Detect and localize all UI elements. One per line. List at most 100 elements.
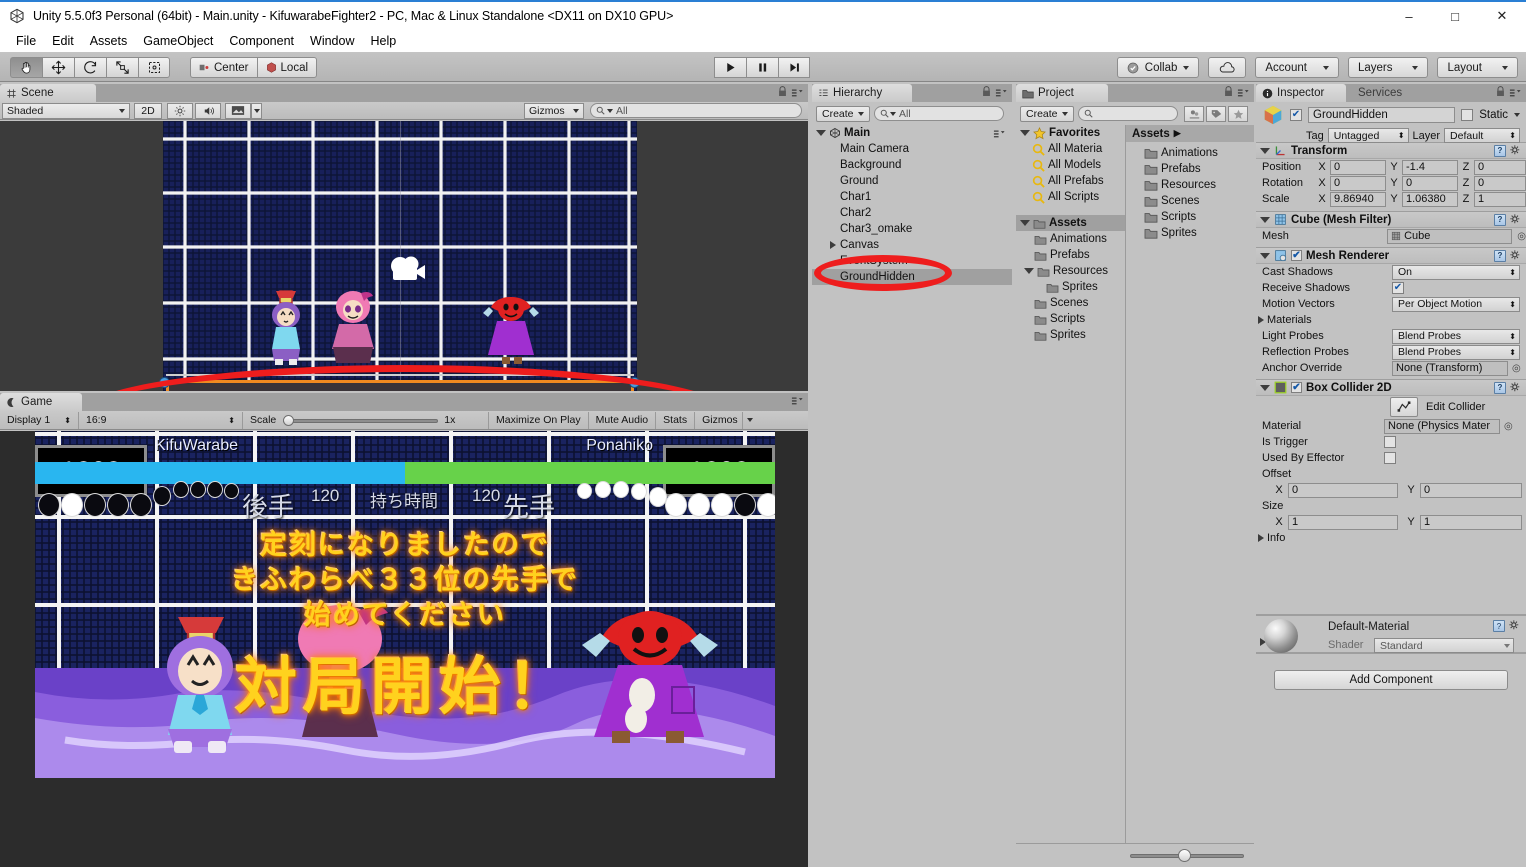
hierarchy-item-background[interactable]: Background	[812, 157, 1012, 173]
pivot-mode-button[interactable]: Center	[190, 57, 257, 78]
project-zoom-slider[interactable]	[1130, 849, 1244, 862]
rect-tool-button[interactable]	[138, 57, 170, 78]
close-button[interactable]: ✕	[1478, 2, 1526, 30]
scale-tool-button[interactable]	[106, 57, 138, 78]
project-content-resources[interactable]: Resources	[1126, 177, 1254, 193]
menu-item-edit[interactable]: Edit	[44, 34, 82, 48]
material-picker-icon[interactable]: ◎	[1504, 421, 1513, 432]
help-icon[interactable]: ?	[1494, 144, 1506, 157]
offset-x-input[interactable]: 0	[1288, 482, 1398, 498]
collab-button[interactable]: Collab	[1116, 57, 1200, 78]
component-header-mesh-filter[interactable]: Cube (Mesh Filter) ?	[1256, 211, 1526, 228]
scale-y-input[interactable]: 1.06380	[1402, 191, 1458, 207]
scene-gizmos-dropdown[interactable]: Gizmos	[524, 102, 584, 119]
project-create-button[interactable]: Create	[1020, 106, 1074, 122]
hierarchy-item-char2[interactable]: Char2	[812, 205, 1012, 221]
project-breadcrumb[interactable]: Assets ▶	[1126, 125, 1254, 142]
position-z-input[interactable]: 0	[1474, 159, 1526, 175]
menu-item-assets[interactable]: Assets	[82, 34, 136, 48]
game-display-dropdown[interactable]: Display 1 ⬍	[0, 412, 78, 429]
cloud-button[interactable]	[1208, 57, 1247, 78]
gear-icon[interactable]	[1509, 620, 1520, 631]
maximize-button[interactable]: □	[1432, 2, 1478, 30]
materials-row[interactable]: Materials	[1256, 312, 1526, 328]
project-tree-animations[interactable]: Animations	[1016, 231, 1125, 247]
tab-project[interactable]: Project	[1016, 84, 1108, 102]
used-by-effector-checkbox[interactable]	[1384, 452, 1396, 464]
anchor-override-field[interactable]: None (Transform)	[1392, 360, 1508, 376]
project-content-prefabs[interactable]: Prefabs	[1126, 161, 1254, 177]
project-content-sprites[interactable]: Sprites	[1126, 225, 1254, 241]
edit-collider-button[interactable]	[1390, 397, 1418, 417]
project-favorite-all-materials[interactable]: All Materia	[1016, 141, 1125, 157]
filter-by-label-button[interactable]	[1206, 106, 1226, 122]
lock-icon[interactable]	[982, 86, 991, 97]
tab-scene[interactable]: Scene	[0, 84, 96, 102]
minimize-button[interactable]: –	[1386, 2, 1432, 30]
help-icon[interactable]: ?	[1494, 381, 1506, 394]
tab-game[interactable]: Game	[0, 393, 82, 411]
component-header-box-collider-2d[interactable]: Box Collider 2D ?	[1256, 379, 1526, 396]
step-button[interactable]	[778, 57, 810, 78]
chevron-right-icon[interactable]	[1258, 316, 1264, 324]
chevron-right-icon[interactable]	[830, 241, 836, 249]
stats-toggle[interactable]: Stats	[655, 411, 694, 429]
chevron-down-icon[interactable]	[1260, 147, 1270, 154]
light-probes-dropdown[interactable]: Blend Probes ⬍	[1392, 328, 1520, 344]
layer-dropdown[interactable]: Default ⬍	[1444, 128, 1520, 143]
add-component-button[interactable]: Add Component	[1274, 670, 1508, 690]
panel-menu-icon[interactable]	[995, 87, 1008, 97]
chevron-right-icon[interactable]	[1258, 534, 1264, 542]
project-tree-pane[interactable]: Favorites All Materia All Models All Pre…	[1016, 125, 1126, 843]
is-trigger-checkbox[interactable]	[1384, 436, 1396, 448]
hierarchy-create-button[interactable]: Create	[816, 106, 870, 122]
maximize-on-play-toggle[interactable]: Maximize On Play	[488, 411, 588, 429]
project-favorite-all-prefabs[interactable]: All Prefabs	[1016, 173, 1125, 189]
chevron-down-icon[interactable]	[1260, 216, 1270, 223]
collider-material-field[interactable]: None (Physics Mater	[1384, 418, 1500, 434]
gear-icon[interactable]	[1510, 213, 1521, 225]
size-x-input[interactable]: 1	[1288, 514, 1398, 530]
receive-shadows-checkbox[interactable]	[1392, 282, 1404, 294]
gear-icon[interactable]	[1510, 249, 1521, 261]
game-gizmos-dropdown[interactable]: Gizmos	[694, 411, 742, 429]
project-tree-prefabs[interactable]: Prefabs	[1016, 247, 1125, 263]
hand-tool-button[interactable]	[10, 57, 42, 78]
game-scale-slider[interactable]: Scale 1x	[242, 411, 488, 429]
collider-info-row[interactable]: Info	[1256, 530, 1526, 546]
mesh-picker-icon[interactable]: ◎	[1517, 231, 1526, 242]
menu-item-component[interactable]: Component	[221, 34, 302, 48]
tab-inspector[interactable]: Inspector	[1256, 84, 1346, 102]
hierarchy-item-eventsystem[interactable]: EventSystem	[812, 253, 1012, 269]
static-checkbox[interactable]	[1461, 109, 1474, 121]
filter-by-type-button[interactable]	[1184, 106, 1204, 122]
help-icon[interactable]: ?	[1494, 249, 1506, 262]
rotation-z-input[interactable]: 0	[1474, 175, 1526, 191]
hierarchy-item-char3-omake[interactable]: Char3_omake	[812, 221, 1012, 237]
component-header-transform[interactable]: Transform ?	[1256, 142, 1526, 159]
project-content-scripts[interactable]: Scripts	[1126, 209, 1254, 225]
scale-x-input[interactable]: 9.86940	[1330, 191, 1386, 207]
scale-slider-knob[interactable]	[283, 414, 295, 426]
layout-button[interactable]: Layout	[1437, 57, 1518, 78]
hierarchy-item-main-camera[interactable]: Main Camera	[812, 141, 1012, 157]
hierarchy-search-input[interactable]: All	[874, 106, 1004, 121]
motion-vectors-dropdown[interactable]: Per Object Motion ⬍	[1392, 296, 1520, 312]
project-tree-sprites[interactable]: Sprites	[1016, 327, 1125, 343]
mesh-object-field[interactable]: Cube	[1387, 228, 1513, 244]
lock-icon[interactable]	[778, 86, 787, 97]
menu-item-file[interactable]: File	[8, 34, 44, 48]
rotation-x-input[interactable]: 0	[1330, 175, 1386, 191]
scene-audio-toggle[interactable]	[195, 102, 221, 119]
chevron-down-icon[interactable]	[1024, 268, 1034, 274]
scene-viewport[interactable]	[0, 121, 808, 391]
rect-handle-tr[interactable]	[629, 377, 640, 388]
shader-dropdown[interactable]: Standard	[1374, 638, 1514, 653]
project-favorite-all-models[interactable]: All Models	[1016, 157, 1125, 173]
mesh-renderer-enabled-checkbox[interactable]	[1291, 250, 1302, 261]
gear-icon[interactable]	[1510, 381, 1521, 393]
menu-item-window[interactable]: Window	[302, 34, 362, 48]
rotate-tool-button[interactable]	[74, 57, 106, 78]
rect-handle-tl[interactable]	[159, 377, 170, 388]
tab-services[interactable]: Services	[1352, 84, 1420, 102]
